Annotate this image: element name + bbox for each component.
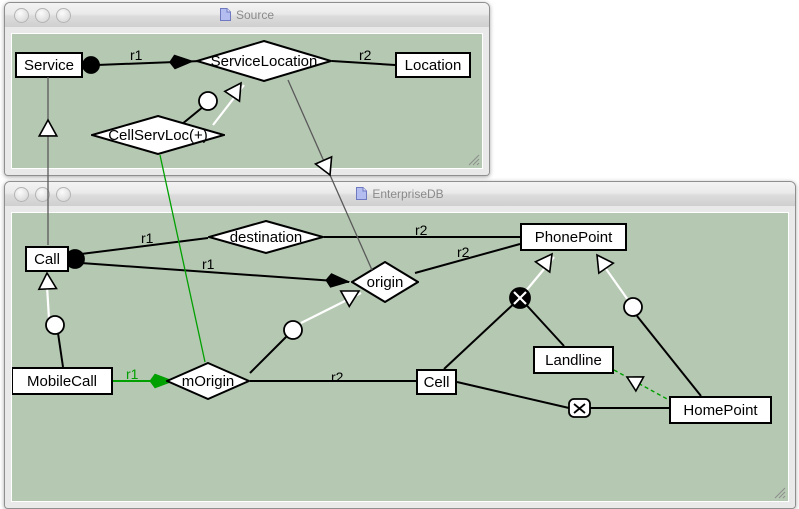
diagram-canvas-source[interactable]: Service Location ServiceLocation CellServLo… [11,33,483,169]
entity-label: Service [23,56,75,74]
entity-label: MobileCall [26,372,98,390]
window-title-text-source: Source [235,8,275,22]
window-source[interactable]: Source Service Location ServiceLocation Cel… [4,2,490,176]
document-icon [356,184,368,208]
enterprisedb-edges [37,236,702,418]
generalisation-arrowhead-call-sub [37,271,58,291]
edge-cell-xorhub [443,297,521,370]
edge-label: r2 [457,244,470,260]
relationship-label: CellServLoc(+) [108,126,208,144]
arrowhead-origin [325,273,351,288]
edge-mobilecall-call [45,285,51,320]
hollow-circle-homepoint [623,297,643,317]
hollow-circle-mobilecall [45,315,65,335]
relationship-label: ServiceLocation [210,52,318,70]
entity-landline[interactable]: Landline [533,346,614,374]
arrowhead-r1 [169,54,195,70]
entity-call[interactable]: Call [25,246,69,272]
black-dot-service [82,56,100,74]
edge-landline-homepoint [613,369,670,401]
entity-label: Call [34,250,60,268]
entity-label: PhonePoint [534,228,613,246]
entity-homepoint[interactable]: HomePoint [669,396,772,424]
hollow-circle-cellservloc [198,91,218,111]
relationship-servicelocation[interactable]: ServiceLocation [196,40,332,82]
titlebar-source[interactable]: Source [5,3,489,28]
relationship-label: mOrigin [181,372,235,390]
window-enterprisedb[interactable]: EnterpriseDB Call MobileCall PhonePoint Lan… [4,181,796,509]
edge-label: r2 [359,47,372,63]
edge-label: r1 [202,256,215,272]
relationship-destination[interactable]: destination [208,220,324,254]
canvas-wrap-source: Service Location ServiceLocation CellServLo… [5,27,489,175]
generalisation-arrowhead-landline [625,376,645,393]
entity-label: Location [404,56,462,74]
edge-label: r2 [415,222,428,238]
hollow-circle-morigin [283,320,303,340]
edge-label: r2 [331,369,344,385]
entity-phonepoint[interactable]: PhonePoint [520,223,627,251]
entity-cell[interactable]: Cell [416,369,457,395]
disjoint-constraint-marker [568,398,591,418]
relationship-label: origin [366,273,404,291]
relationship-morigin[interactable]: mOrigin [166,362,250,400]
relationship-cellservloc-[interactable]: CellServLoc(+) [91,115,225,155]
generalisation-arrowhead-phonepoint-right [596,253,615,275]
edge-call-origin [80,262,350,283]
edge-label: r1 [141,230,154,246]
edge-cell-boxedx [456,381,570,409]
edge-label: r1 [130,47,143,63]
document-icon [219,5,231,29]
edge-morigin-connector [249,335,288,374]
window-title-source: Source [5,3,489,27]
entity-mobilecall[interactable]: MobileCall [12,367,113,395]
entity-label: Cell [423,373,450,391]
entity-location[interactable]: Location [395,52,471,78]
window-title-enterprisedb: EnterpriseDB [5,182,795,206]
edge-label: r1 [126,366,139,382]
entity-label: HomePoint [683,401,758,419]
diagram-canvas-enterprisedb[interactable]: Call MobileCall PhonePoint Landline HomePoin… [11,212,789,502]
relationship-label: destination [229,228,303,246]
window-title-text-enterprisedb: EnterpriseDB [372,187,444,201]
entity-label: Landline [545,351,602,369]
edge-homepoint-connector [636,315,702,397]
entity-service[interactable]: Service [15,52,83,78]
canvas-wrap-enterprisedb: Call MobileCall PhonePoint Landline HomePoin… [5,206,795,508]
titlebar-enterprisedb[interactable]: EnterpriseDB [5,182,795,207]
relationship-origin[interactable]: origin [351,261,419,303]
edge-mobilecall-connector [57,332,64,368]
